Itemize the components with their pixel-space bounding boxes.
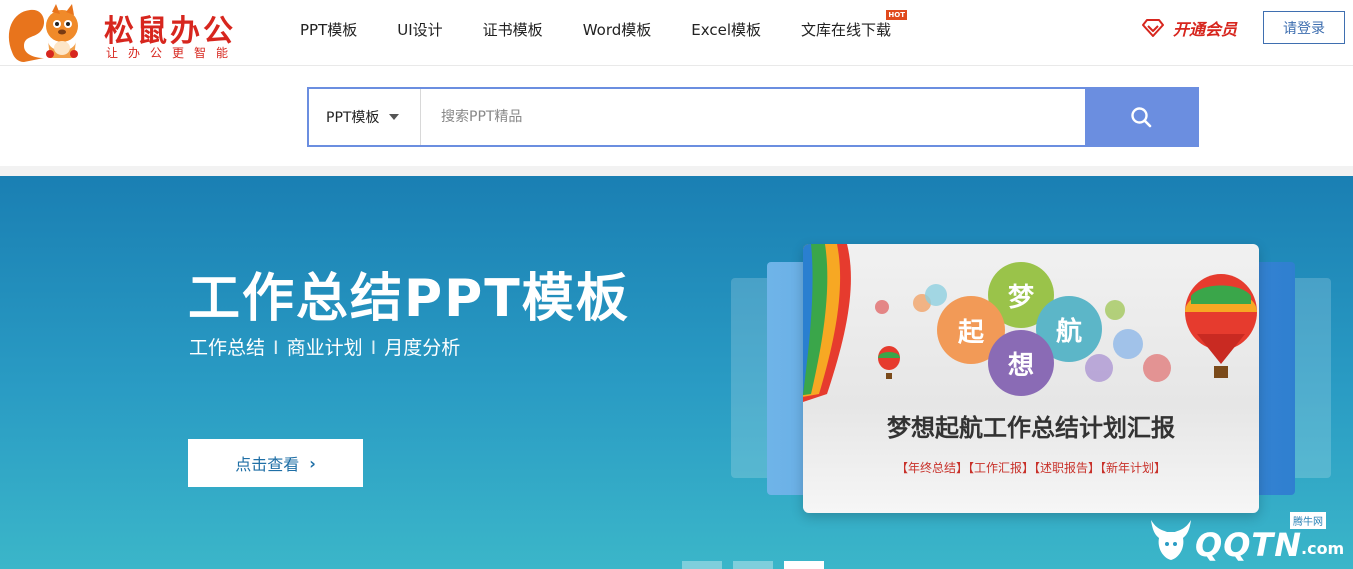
squirrel-logo-icon [8, 4, 78, 62]
search-button[interactable] [1085, 89, 1197, 145]
banner-tag: 月度分析 [384, 337, 461, 359]
decorative-dot [1113, 329, 1143, 359]
section-divider [0, 166, 1353, 176]
banner-tag: 商业计划 [286, 337, 363, 359]
nav-item-word[interactable]: Word模板 [583, 19, 652, 40]
banner-tag: 工作总结 [189, 337, 266, 359]
hot-badge: HOT [886, 10, 907, 20]
chevron-right-icon: › [309, 453, 316, 473]
hero-banner: 工作总结PPT模板 工作总结 I 商业计划 I 月度分析 点击查看 › 梦 起 航 [0, 176, 1353, 569]
watermark-text: QQTN [1195, 526, 1303, 564]
decorative-dot [925, 284, 947, 306]
diamond-icon [1142, 19, 1164, 37]
nav-item-excel[interactable]: Excel模板 [691, 19, 761, 40]
hot-air-balloon-icon [878, 346, 900, 379]
bubble-char: 梦 [1007, 282, 1034, 313]
bubble-char: 航 [1055, 316, 1082, 347]
brand-slogan: 让办公更智能 [106, 46, 239, 60]
carousel-dots [682, 561, 835, 569]
card-title: 梦想起航工作总结计划汇报 [887, 414, 1175, 442]
hot-air-balloon-icon [1185, 274, 1257, 378]
card-tags: 【年终总结】【工作汇报】【述职报告】【新年计划】 [895, 461, 1166, 475]
vip-button[interactable]: 开通会员 [1141, 16, 1237, 40]
view-button[interactable]: 点击查看 › [188, 439, 363, 487]
nav-item-library[interactable]: 文库在线下载 HOT [800, 10, 907, 40]
search-category-dropdown[interactable]: PPT模板 [309, 89, 421, 145]
carousel-dot-active[interactable] [784, 561, 824, 569]
decorative-dot [1085, 354, 1113, 382]
main-nav: PPT模板 UI设计 证书模板 Word模板 Excel模板 文库在线下载 HOT [300, 10, 931, 40]
carousel-dot[interactable] [733, 561, 773, 569]
vip-label: 开通会员 [1173, 20, 1238, 39]
bubble-char: 想 [1007, 350, 1034, 381]
bubble: 想 [988, 330, 1054, 396]
bubble-char: 起 [957, 317, 984, 348]
bull-logo-icon [1151, 520, 1191, 560]
nav-item-certificate[interactable]: 证书模板 [483, 19, 543, 40]
caret-down-icon [389, 114, 400, 120]
search-input[interactable] [421, 89, 1085, 145]
search-icon [1131, 107, 1152, 128]
template-preview-card[interactable]: 梦 起 航 想 梦想起航工作总结计划汇报 【年终总结】【工作汇报】【述职报告】【… [803, 244, 1259, 513]
login-button[interactable]: 请登录 [1263, 11, 1345, 44]
banner-title: 工作总结PPT模板 [188, 269, 630, 329]
view-button-label: 点击查看 [235, 455, 300, 474]
watermark: QQTN 腾牛网 .com [1145, 512, 1345, 564]
decorative-dot [875, 300, 889, 314]
carousel-dot[interactable] [682, 561, 722, 569]
watermark-badge: 腾牛网 [1290, 512, 1326, 529]
tag-separator: I [370, 337, 377, 359]
tag-separator: I [273, 337, 279, 359]
nav-item-ppt[interactable]: PPT模板 [300, 19, 357, 40]
hot-air-balloon-icon [803, 244, 851, 402]
nav-item-ui[interactable]: UI设计 [397, 19, 442, 40]
decorative-dot [1105, 300, 1125, 320]
logo[interactable]: 松鼠办公 让办公更智能 [4, 2, 254, 64]
decorative-dot [1143, 354, 1171, 382]
header: 松鼠办公 让办公更智能 PPT模板 UI设计 证书模板 Word模板 Excel… [0, 0, 1353, 66]
banner-tags: 工作总结 I 商业计划 I 月度分析 [189, 333, 460, 360]
search-category-label: PPT模板 [326, 110, 380, 126]
nav-item-library-label: 文库在线下载 [800, 21, 891, 39]
search-bar: PPT模板 [307, 87, 1199, 147]
watermark-suffix: .com [1301, 539, 1345, 558]
